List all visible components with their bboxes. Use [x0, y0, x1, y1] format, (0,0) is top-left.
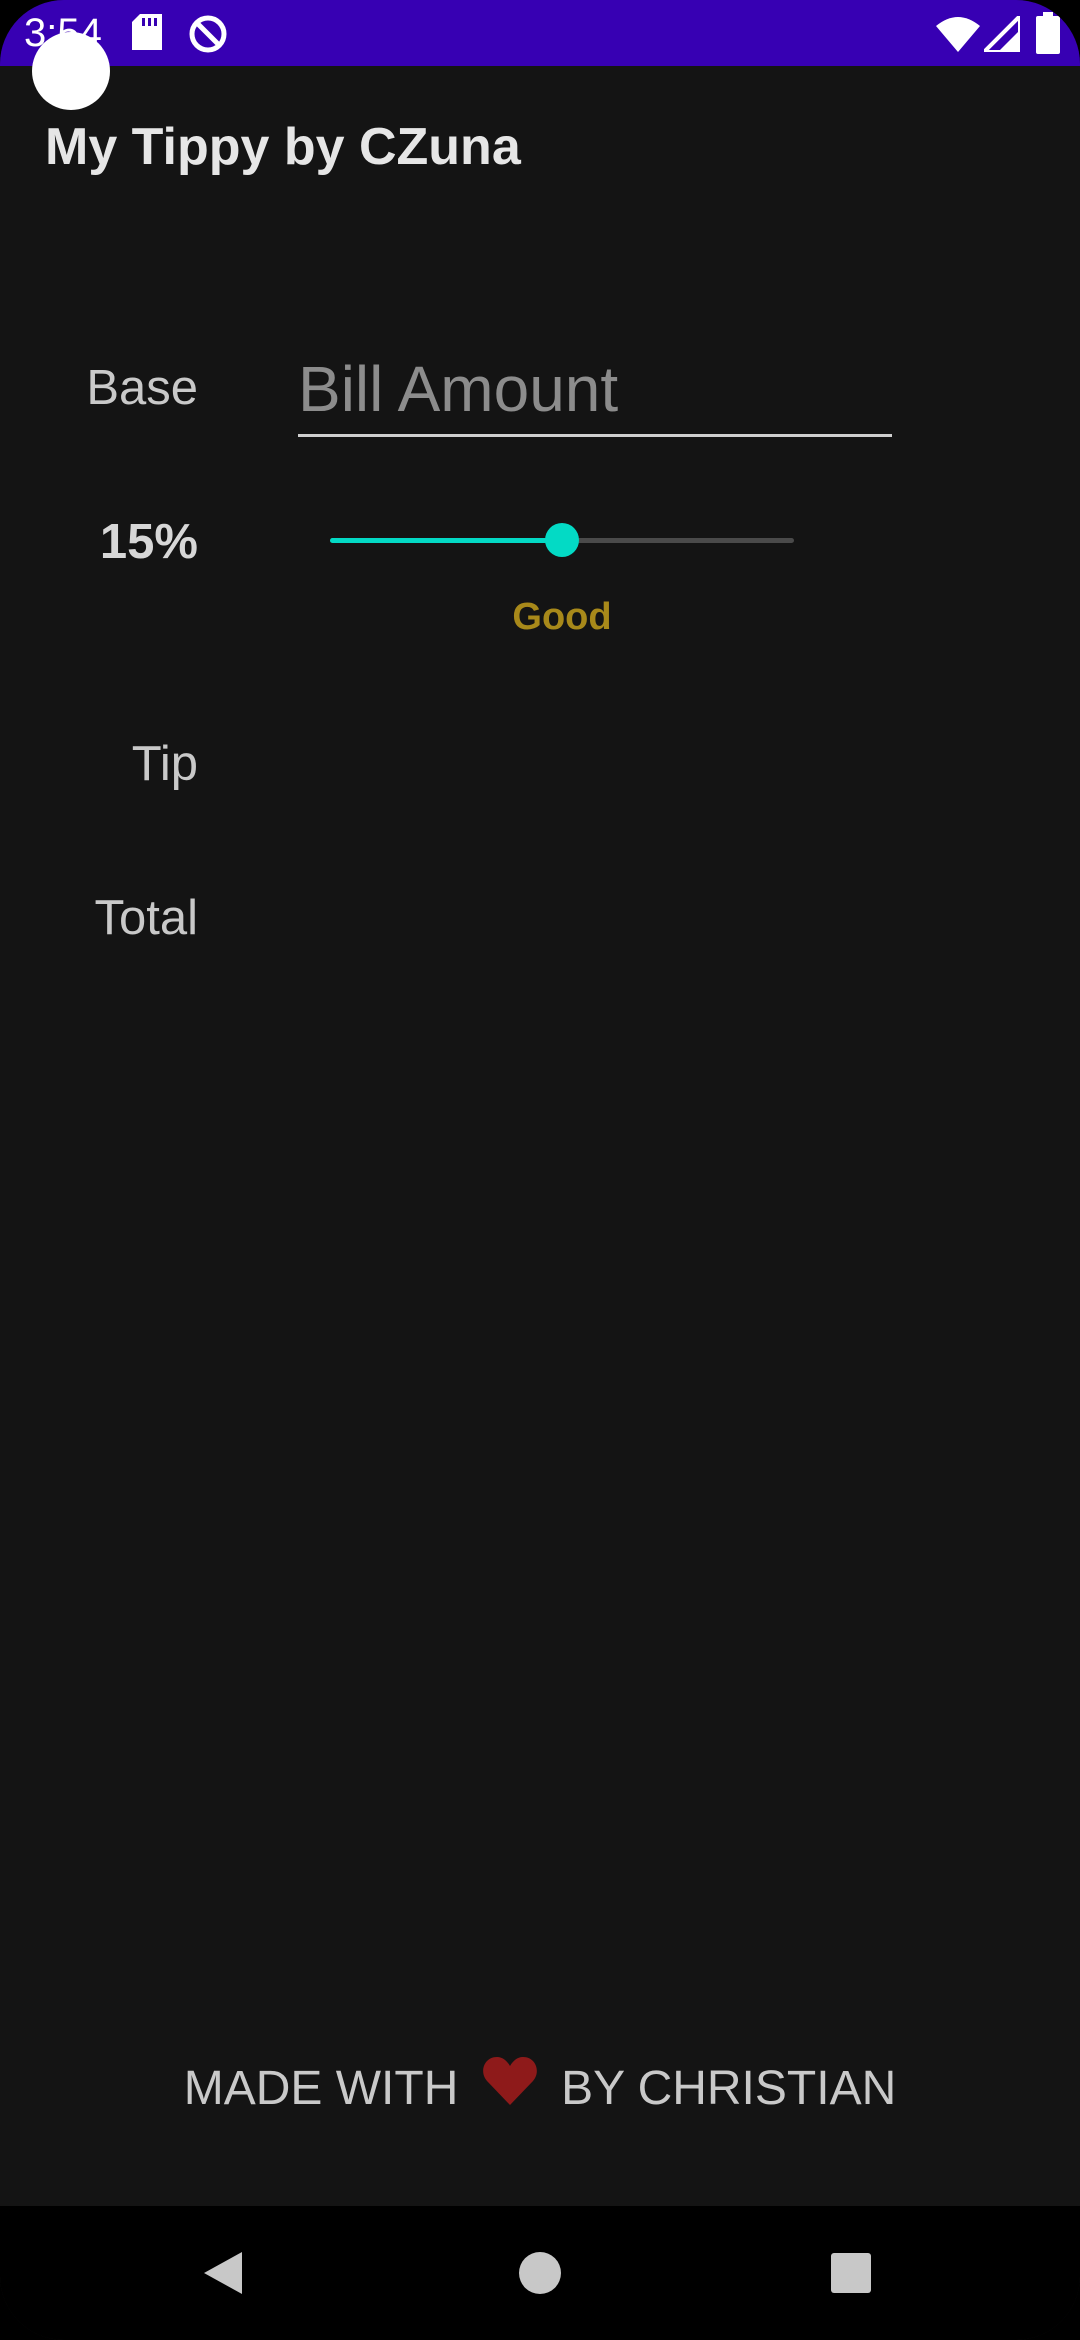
app-screen: 3:54 My Tippy by CZuna Base 15% Good Tip… — [0, 0, 1080, 2340]
sd-card-icon — [132, 14, 162, 55]
page-title: My Tippy by CZuna — [45, 118, 521, 176]
battery-icon — [1036, 12, 1060, 59]
footer-text-after: BY CHRISTIAN — [561, 2062, 897, 2115]
wifi-icon — [936, 16, 980, 57]
total-label: Total — [94, 891, 198, 945]
heart-icon — [482, 2055, 538, 2127]
signal-icon — [979, 11, 1022, 57]
tip-percent-slider[interactable] — [330, 520, 794, 560]
slider-fill — [330, 538, 562, 543]
navigation-bar — [0, 2206, 1080, 2340]
status-bar: 3:54 — [0, 0, 1080, 66]
no-disturb-icon — [188, 14, 228, 59]
base-label: Base — [86, 361, 198, 415]
camera-cutout — [32, 32, 110, 110]
home-icon[interactable] — [507, 2240, 573, 2306]
tip-percent-label: 15% — [99, 515, 198, 569]
tip-label: Tip — [131, 737, 198, 791]
bill-amount-input[interactable] — [298, 344, 892, 437]
back-icon[interactable] — [192, 2240, 258, 2306]
tip-description: Good — [512, 596, 612, 638]
footer-text-before: MADE WITH — [183, 2062, 459, 2115]
recents-icon[interactable] — [818, 2240, 884, 2306]
slider-thumb[interactable] — [545, 523, 579, 557]
footer: MADE WITH BY CHRISTIAN — [0, 2054, 1080, 2127]
